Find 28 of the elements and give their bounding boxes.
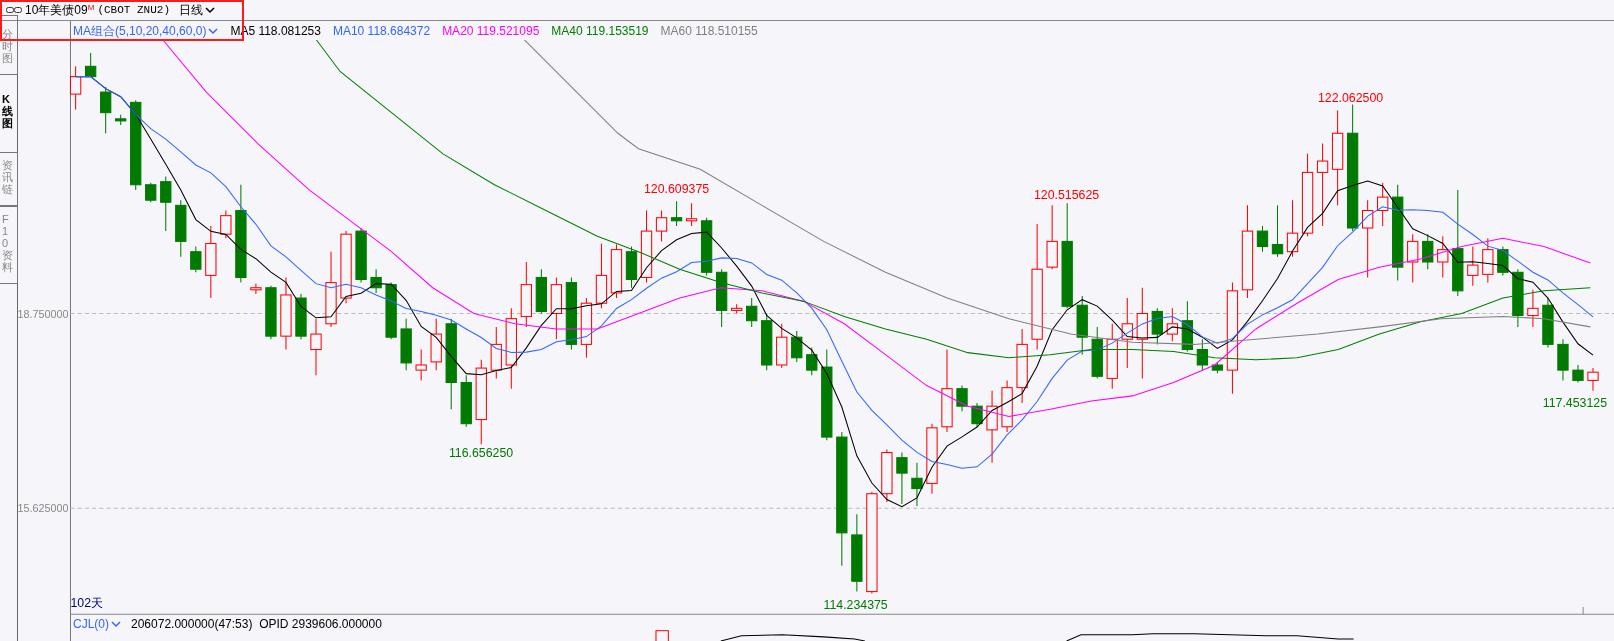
axis-tick: [1582, 606, 1584, 615]
side-tab[interactable]: F10资料: [0, 205, 18, 285]
price-label: 116.656250: [448, 445, 514, 460]
side-tab[interactable]: 分时图: [0, 15, 18, 76]
caret-icon: [208, 27, 219, 35]
ma-reading: MA40 119.153519: [551, 23, 649, 40]
link-icon: [6, 6, 22, 14]
ma-reading: MA60 118.510155: [660, 23, 758, 40]
price-label: 117.453125: [1542, 396, 1608, 411]
indicator-dropdown[interactable]: MA组合(5,10,20,40,60,0): [73, 22, 219, 40]
side-tab[interactable]: K线图: [0, 87, 18, 140]
day-count: 102天: [70, 596, 104, 610]
instrument-name: 10年美债09$^{M}$: [25, 2, 95, 19]
volume-reading: 206072.000000(47:53) OPID 2939606.000000: [131, 616, 382, 633]
ma-reading: MA10 118.684372: [332, 23, 431, 40]
caret-icon: [205, 6, 215, 14]
caret-icon: [111, 620, 121, 628]
period-dropdown[interactable]: 日线: [179, 1, 215, 19]
instrument-code: (CBOT ZNU2): [97, 2, 170, 18]
axis-label: 15.625000: [18, 502, 69, 515]
ma-reading: MA20 119.521095: [442, 23, 540, 40]
side-tab[interactable]: 资讯链: [0, 151, 18, 206]
price-label: 120.515625: [1033, 188, 1100, 203]
price-label: 120.609375: [643, 182, 710, 196]
axis-label: 18.750000: [18, 307, 69, 320]
volume-indicator-dropdown[interactable]: CJL(0): [73, 615, 121, 633]
price-label: 114.234375: [823, 598, 888, 613]
price-label: 122.062500: [1318, 91, 1384, 106]
